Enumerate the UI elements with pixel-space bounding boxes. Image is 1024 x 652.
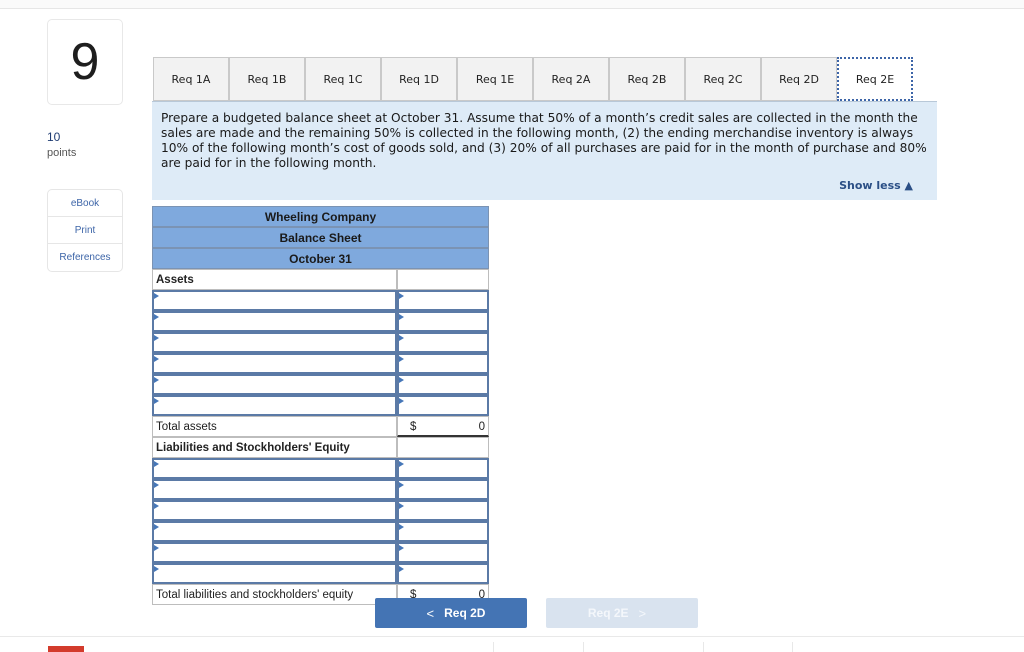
total-assets-row: Total assets $ 0: [152, 416, 489, 437]
tab-req-1e[interactable]: Req 1E: [457, 57, 533, 101]
footer-divider: [493, 642, 494, 652]
liability-amount-input[interactable]: [397, 563, 489, 584]
statement-title: Balance Sheet: [152, 227, 489, 248]
top-bar: [0, 0, 1024, 9]
liability-row: [152, 563, 489, 584]
asset-account-select[interactable]: [152, 353, 397, 374]
footer-divider: [792, 642, 793, 652]
chevron-right-icon: >: [638, 605, 647, 621]
total-liabilities-label: Total liabilities and stockholders' equi…: [152, 584, 397, 605]
footer-divider: [583, 642, 584, 652]
currency-symbol: $: [410, 421, 417, 433]
next-requirement-button: Req 2E >: [546, 598, 698, 628]
liability-account-select[interactable]: [152, 521, 397, 542]
asset-amount-input[interactable]: [397, 311, 489, 332]
tab-req-2c[interactable]: Req 2C: [685, 57, 761, 101]
points-value: 10: [47, 130, 61, 144]
footer-divider: [0, 636, 1024, 637]
previous-requirement-button[interactable]: < Req 2D: [375, 598, 527, 628]
asset-row: [152, 374, 489, 395]
liability-row: [152, 458, 489, 479]
total-assets-value: 0: [478, 421, 485, 433]
company-name: Wheeling Company: [152, 206, 489, 227]
liability-account-select[interactable]: [152, 458, 397, 479]
requirement-tabs: Req 1A Req 1B Req 1C Req 1D Req 1E Req 2…: [153, 57, 913, 101]
instructions-panel: Prepare a budgeted balance sheet at Octo…: [152, 101, 937, 200]
asset-account-select[interactable]: [152, 332, 397, 353]
tab-req-2a[interactable]: Req 2A: [533, 57, 609, 101]
ebook-link[interactable]: eBook: [48, 190, 122, 217]
total-assets-label: Total assets: [152, 416, 397, 437]
statement-date: October 31: [152, 248, 489, 269]
assets-label: Assets: [152, 269, 397, 290]
brand-logo: [48, 646, 84, 652]
asset-row: [152, 332, 489, 353]
liability-account-select[interactable]: [152, 563, 397, 584]
liability-amount-input[interactable]: [397, 521, 489, 542]
empty-cell: [397, 269, 489, 290]
tab-req-1b[interactable]: Req 1B: [229, 57, 305, 101]
chevron-left-icon: <: [426, 605, 435, 621]
liability-row: [152, 500, 489, 521]
print-link[interactable]: Print: [48, 217, 122, 244]
tab-req-1c[interactable]: Req 1C: [305, 57, 381, 101]
asset-amount-input[interactable]: [397, 374, 489, 395]
asset-account-select[interactable]: [152, 290, 397, 311]
asset-row: [152, 353, 489, 374]
footer-divider: [703, 642, 704, 652]
asset-amount-input[interactable]: [397, 290, 489, 311]
empty-cell: [397, 437, 489, 458]
liability-row: [152, 479, 489, 500]
asset-row: [152, 395, 489, 416]
tab-req-2e[interactable]: Req 2E: [837, 57, 913, 101]
liability-row: [152, 542, 489, 563]
liability-account-select[interactable]: [152, 479, 397, 500]
asset-row: [152, 290, 489, 311]
asset-amount-input[interactable]: [397, 395, 489, 416]
question-number: 9: [47, 19, 123, 105]
assets-header-row: Assets: [152, 269, 489, 290]
points-label: points: [47, 147, 77, 159]
liabilities-label: Liabilities and Stockholders' Equity: [152, 437, 397, 458]
liability-amount-input[interactable]: [397, 458, 489, 479]
asset-account-select[interactable]: [152, 374, 397, 395]
asset-account-select[interactable]: [152, 311, 397, 332]
references-link[interactable]: References: [48, 244, 122, 271]
tab-req-2d[interactable]: Req 2D: [761, 57, 837, 101]
tab-req-2b[interactable]: Req 2B: [609, 57, 685, 101]
liabilities-header-row: Liabilities and Stockholders' Equity: [152, 437, 489, 458]
liability-account-select[interactable]: [152, 542, 397, 563]
resource-links: eBook Print References: [47, 189, 123, 272]
liability-amount-input[interactable]: [397, 542, 489, 563]
liability-amount-input[interactable]: [397, 500, 489, 521]
instructions-text: Prepare a budgeted balance sheet at Octo…: [161, 111, 927, 170]
asset-row: [152, 311, 489, 332]
asset-account-select[interactable]: [152, 395, 397, 416]
tab-req-1d[interactable]: Req 1D: [381, 57, 457, 101]
total-assets-cell: $ 0: [397, 416, 489, 437]
balance-sheet-form: Wheeling Company Balance Sheet October 3…: [152, 206, 489, 605]
asset-amount-input[interactable]: [397, 332, 489, 353]
previous-button-label: Req 2D: [444, 606, 486, 620]
next-button-label: Req 2E: [587, 606, 629, 620]
liability-row: [152, 521, 489, 542]
tab-req-1a[interactable]: Req 1A: [153, 57, 229, 101]
liability-account-select[interactable]: [152, 500, 397, 521]
liability-amount-input[interactable]: [397, 479, 489, 500]
show-less-link[interactable]: Show less ▲: [839, 179, 913, 192]
asset-amount-input[interactable]: [397, 353, 489, 374]
